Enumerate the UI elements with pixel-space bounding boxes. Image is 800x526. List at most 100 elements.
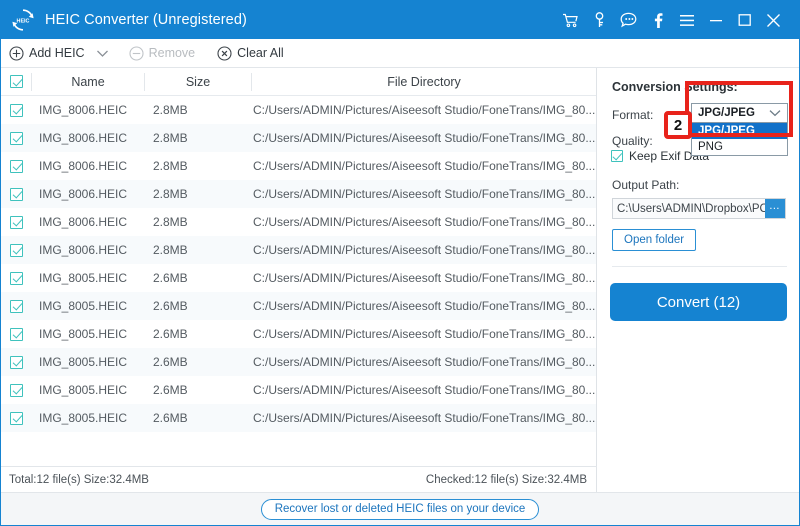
row-checkbox[interactable]: [10, 299, 23, 313]
plus-circle-icon: [9, 45, 24, 61]
file-name: IMG_8006.HEIC: [39, 103, 128, 117]
column-header-directory[interactable]: File Directory: [252, 68, 596, 96]
row-checkbox[interactable]: [10, 271, 23, 285]
title-bar: HEIC HEIC Converter (Unregistered): [1, 1, 799, 39]
table-row[interactable]: IMG_8005.HEIC 2.6MB C:/Users/ADMIN/Picture…: [1, 264, 596, 292]
file-directory: C:/Users/ADMIN/Pictures/Aiseesoft Studio…: [253, 299, 596, 313]
remove-label: Remove: [148, 46, 196, 60]
add-heic-dropdown-arrow[interactable]: [96, 49, 109, 58]
window-title: HEIC Converter (Unregistered): [45, 12, 247, 28]
conversion-settings-panel: Conversion Settings: Format: JPG/JPEG JP…: [598, 68, 799, 492]
file-size: 2.6MB: [153, 383, 188, 397]
chevron-down-icon: [769, 109, 781, 117]
file-name: IMG_8006.HEIC: [39, 243, 128, 257]
file-directory: C:/Users/ADMIN/Pictures/Aiseesoft Studio…: [253, 383, 596, 397]
file-directory: C:/Users/ADMIN/Pictures/Aiseesoft Studio…: [253, 243, 596, 257]
close-icon[interactable]: [759, 1, 788, 39]
file-name: IMG_8006.HEIC: [39, 187, 128, 201]
format-option[interactable]: JPG/JPEG: [692, 123, 787, 139]
total-files-status: Total:12 file(s) Size:32.4MB: [9, 473, 149, 486]
file-name: IMG_8005.HEIC: [39, 383, 128, 397]
clear-all-button[interactable]: Clear All: [217, 39, 284, 67]
annotation-step-badge: 2: [664, 111, 692, 139]
table-row[interactable]: IMG_8005.HEIC 2.6MB C:/Users/ADMIN/Picture…: [1, 292, 596, 320]
file-directory: C:/Users/ADMIN/Pictures/Aiseesoft Studio…: [253, 355, 596, 369]
file-directory: C:/Users/ADMIN/Pictures/Aiseesoft Studio…: [253, 159, 596, 173]
table-row[interactable]: IMG_8006.HEIC 2.8MB C:/Users/ADMIN/Picture…: [1, 180, 596, 208]
table-row[interactable]: IMG_8005.HEIC 2.6MB C:/Users/ADMIN/Picture…: [1, 348, 596, 376]
key-icon[interactable]: [585, 1, 614, 39]
format-option[interactable]: PNG: [692, 139, 787, 155]
output-path-value: C:\Users\ADMIN\Dropbox\PC\: [617, 202, 765, 215]
browse-button[interactable]: …: [764, 199, 785, 218]
row-checkbox[interactable]: [10, 327, 23, 341]
minimize-icon[interactable]: [701, 1, 730, 39]
table-row[interactable]: IMG_8005.HEIC 2.6MB C:/Users/ADMIN/Picture…: [1, 376, 596, 404]
file-directory: C:/Users/ADMIN/Pictures/Aiseesoft Studio…: [253, 187, 596, 201]
checked-files-status: Checked:12 file(s) Size:32.4MB: [425, 473, 587, 486]
table-row[interactable]: IMG_8006.HEIC 2.8MB C:/Users/ADMIN/Picture…: [1, 208, 596, 236]
add-heic-button[interactable]: Add HEIC: [9, 39, 85, 67]
maximize-icon[interactable]: [730, 1, 759, 39]
table-row[interactable]: IMG_8006.HEIC 2.8MB C:/Users/ADMIN/Picture…: [1, 152, 596, 180]
remove-button[interactable]: Remove: [129, 39, 196, 67]
file-name: IMG_8005.HEIC: [39, 327, 128, 341]
select-all-checkbox[interactable]: [10, 75, 23, 88]
table-row[interactable]: IMG_8006.HEIC 2.8MB C:/Users/ADMIN/Picture…: [1, 124, 596, 152]
open-folder-button[interactable]: Open folder: [612, 229, 697, 251]
clear-all-label: Clear All: [237, 46, 284, 60]
app-logo-icon: HEIC: [10, 7, 36, 33]
table-row[interactable]: IMG_8006.HEIC 2.8MB C:/Users/ADMIN/Picture…: [1, 236, 596, 264]
file-size: 2.6MB: [153, 411, 188, 425]
file-directory: C:/Users/ADMIN/Pictures/Aiseesoft Studio…: [253, 131, 596, 145]
file-size: 2.8MB: [153, 187, 188, 201]
row-checkbox[interactable]: [10, 103, 23, 117]
file-size: 2.6MB: [153, 299, 188, 313]
table-row[interactable]: IMG_8005.HEIC 2.6MB C:/Users/ADMIN/Picture…: [1, 320, 596, 348]
file-name: IMG_8005.HEIC: [39, 299, 128, 313]
file-name: IMG_8005.HEIC: [39, 411, 128, 425]
output-path-field[interactable]: C:\Users\ADMIN\Dropbox\PC\ …: [612, 198, 786, 219]
add-heic-label: Add HEIC: [29, 46, 85, 60]
close-circle-icon: [217, 45, 232, 61]
row-checkbox[interactable]: [10, 383, 23, 397]
row-checkbox[interactable]: [10, 215, 23, 229]
file-name: IMG_8006.HEIC: [39, 131, 128, 145]
heic-converter-window: HEIC HEIC Converter (Unregistered) Add H…: [0, 0, 800, 526]
status-bar: Total:12 file(s) Size:32.4MB Checked:12 …: [1, 466, 597, 492]
file-name: IMG_8006.HEIC: [39, 159, 128, 173]
file-list-panel: Name Size File Directory IMG_8006.HEIC 2.…: [1, 68, 597, 466]
file-directory: C:/Users/ADMIN/Pictures/Aiseesoft Studio…: [253, 411, 596, 425]
conversion-settings-title: Conversion Settings:: [612, 80, 738, 94]
row-checkbox[interactable]: [10, 355, 23, 369]
column-header-size[interactable]: Size: [145, 68, 251, 96]
format-dropdown-list[interactable]: JPG/JPEG PNG: [691, 123, 788, 156]
file-directory: C:/Users/ADMIN/Pictures/Aiseesoft Studio…: [253, 103, 596, 117]
facebook-icon[interactable]: [643, 1, 672, 39]
table-row[interactable]: IMG_8006.HEIC 2.8MB C:/Users/ADMIN/Picture…: [1, 96, 596, 124]
format-select[interactable]: JPG/JPEG: [691, 103, 788, 123]
table-row[interactable]: IMG_8005.HEIC 2.6MB C:/Users/ADMIN/Picture…: [1, 404, 596, 432]
recover-files-button[interactable]: Recover lost or deleted HEIC files on yo…: [260, 498, 540, 520]
window-controls: [556, 1, 799, 39]
row-checkbox[interactable]: [10, 187, 23, 201]
bottom-bar: Recover lost or deleted HEIC files on yo…: [1, 492, 799, 525]
file-size: 2.8MB: [153, 243, 188, 257]
checkbox-icon: [611, 150, 623, 162]
menu-icon[interactable]: [672, 1, 701, 39]
file-list-header: Name Size File Directory: [1, 68, 596, 96]
row-checkbox[interactable]: [10, 159, 23, 173]
file-size: 2.8MB: [153, 159, 188, 173]
column-header-name[interactable]: Name: [32, 68, 144, 96]
row-checkbox[interactable]: [10, 131, 23, 145]
cart-icon[interactable]: [556, 1, 585, 39]
row-checkbox[interactable]: [10, 243, 23, 257]
convert-button[interactable]: Convert (12): [610, 283, 787, 321]
chat-icon[interactable]: [614, 1, 643, 39]
file-name: IMG_8006.HEIC: [39, 215, 128, 229]
file-size: 2.8MB: [153, 103, 188, 117]
row-checkbox[interactable]: [10, 411, 23, 425]
file-size: 2.8MB: [153, 131, 188, 145]
file-size: 2.6MB: [153, 355, 188, 369]
panel-divider: [612, 266, 787, 267]
